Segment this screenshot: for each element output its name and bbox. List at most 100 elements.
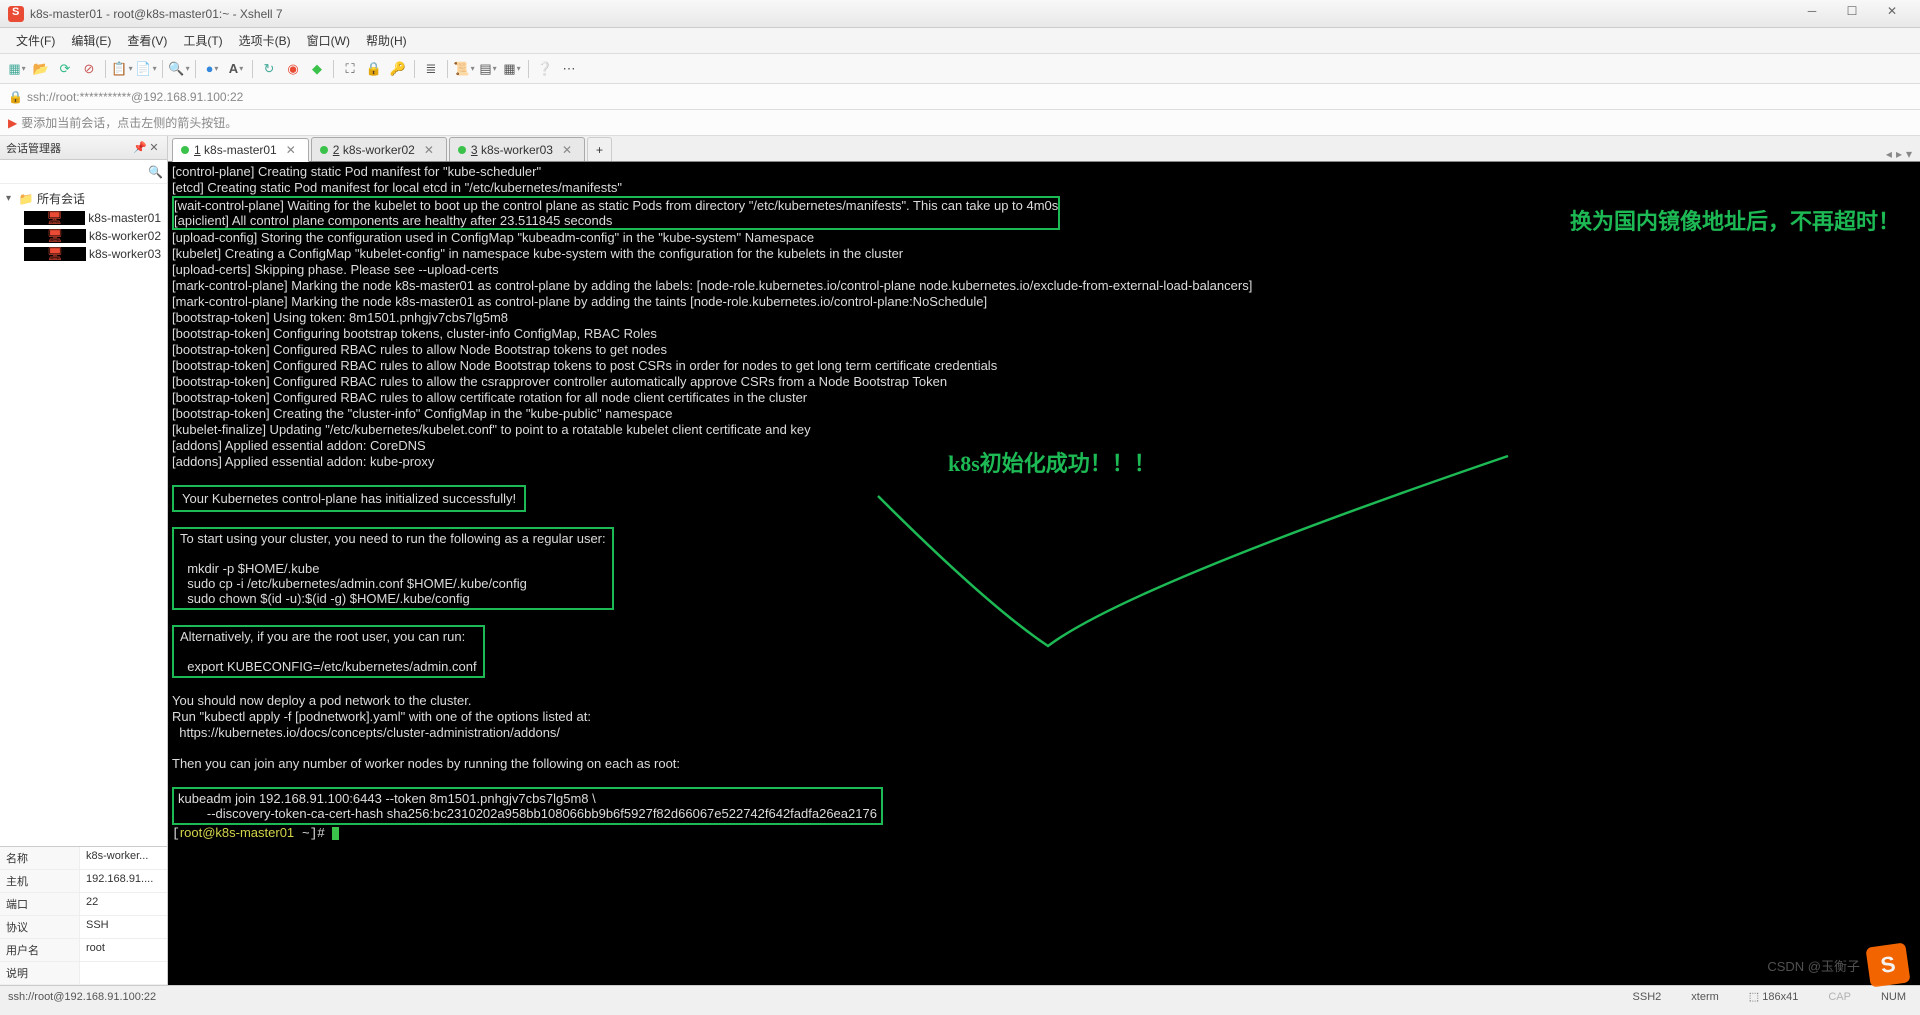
highlight-box: kubeadm join 192.168.91.100:6443 --token… [172,787,883,825]
tab-prev-icon[interactable]: ◂ [1886,147,1892,161]
maximize-button[interactable]: ☐ [1832,4,1872,24]
find-button[interactable]: 🔍 [168,58,190,80]
csdn-watermark-text: CSDN @玉衡子 [1767,956,1860,975]
tab-label: k8s-worker02 [343,143,415,157]
prop-row: 协议SSH [0,916,167,939]
prop-key: 名称 [0,847,80,869]
copy-button[interactable]: 📋 [111,58,133,80]
tab-num: 2 [333,143,340,157]
prop-key: 端口 [0,893,80,915]
term-line: Alternatively, if you are the root user,… [180,629,465,644]
session-icon: 🖥 [24,211,85,225]
search-input[interactable] [6,166,148,178]
layout-button[interactable]: ▦ [501,58,523,80]
tab-num: 3 [471,143,478,157]
addressbar[interactable]: 🔒 ssh://root:***********@192.168.91.100:… [0,84,1920,110]
close-icon[interactable]: ✕ [147,141,161,154]
menu-help[interactable]: 帮助(H) [358,28,415,53]
session-label: k8s-master01 [88,211,161,225]
compose-button[interactable]: ≣ [420,58,442,80]
script-button[interactable]: 📜 [453,58,475,80]
tab-master01[interactable]: 1 k8s-master01 ✕ [172,138,309,162]
term-line: [apiclient] All control plane components… [174,213,612,228]
prop-val: 22 [80,893,167,915]
tool-button[interactable]: ◉ [282,58,304,80]
term-line: [bootstrap-token] Using token: 8m1501.pn… [172,310,508,325]
sidebar: 会话管理器 📌 ✕ 🔍 ▾ 📁 所有会话 🖥 k8s-master01 🖥 k8… [0,136,168,985]
collapse-icon[interactable]: ▾ [6,193,18,204]
menu-edit[interactable]: 编辑(E) [63,28,119,53]
separator [195,60,196,78]
tip-text: 要添加当前会话，点击左侧的箭头按钮。 [21,114,237,131]
tab-nav: ◂ ▸ ▾ [1878,147,1920,161]
term-line: You should now deploy a pod network to t… [172,693,471,708]
session-item-worker02[interactable]: 🖥 k8s-worker02 [0,227,167,245]
term-line: [bootstrap-token] Configured RBAC rules … [172,374,947,389]
status-address: ssh://root@192.168.91.100:22 [8,991,156,1003]
tab-worker03[interactable]: 3 k8s-worker03 ✕ [449,137,585,161]
minimize-button[interactable]: ─ [1792,4,1832,24]
prompt-user: root@k8s-master01 [180,825,294,840]
tool-button[interactable]: ⋯ [558,58,580,80]
menu-file[interactable]: 文件(F) [8,28,63,53]
sidebar-search[interactable]: 🔍 [0,160,167,184]
status-caps: CAP [1822,991,1857,1003]
term-line: [mark-control-plane] Marking the node k8… [172,278,1252,293]
search-icon: 🔍 [148,165,163,179]
menu-view[interactable]: 查看(V) [119,28,175,53]
session-item-master01[interactable]: 🖥 k8s-master01 [0,209,167,227]
term-line: [control-plane] Creating static Pod mani… [172,164,541,179]
disconnect-button[interactable]: ⊘ [78,58,100,80]
tool-button[interactable]: ◆ [306,58,328,80]
tab-add-button[interactable]: + [587,137,612,161]
font-button[interactable]: A [225,58,247,80]
paste-button[interactable]: 📄 [135,58,157,80]
separator [105,60,106,78]
tab-next-icon[interactable]: ▸ [1896,147,1902,161]
term-line: [addons] Applied essential addon: kube-p… [172,454,434,469]
session-item-worker03[interactable]: 🖥 k8s-worker03 [0,245,167,263]
term-line: [bootstrap-token] Creating the "cluster-… [172,406,672,421]
help-icon[interactable]: ❔ [534,58,556,80]
tab-close-icon[interactable]: ✕ [286,143,296,157]
status-dot-icon [181,146,189,154]
menu-tools[interactable]: 工具(T) [175,28,230,53]
tab-worker02[interactable]: 2 k8s-worker02 ✕ [311,137,447,161]
new-session-button[interactable]: ▦ [6,58,28,80]
term-line: https://kubernetes.io/docs/concepts/clus… [172,725,560,740]
highlight-box: Alternatively, if you are the root user,… [172,625,485,678]
separator [333,60,334,78]
status-dot-icon [458,146,466,154]
prop-val: SSH [80,916,167,938]
tabstrip: 1 k8s-master01 ✕ 2 k8s-worker02 ✕ 3 k8s-… [168,136,1920,162]
tab-list-icon[interactable]: ▾ [1906,147,1912,161]
tab-label: k8s-worker03 [481,143,553,157]
key-button[interactable]: 🔑 [387,58,409,80]
expand-button[interactable]: ⛶ [339,58,361,80]
titlebar: k8s-master01 - root@k8s-master01:~ - Xsh… [0,0,1920,28]
tree-root[interactable]: ▾ 📁 所有会话 [0,188,167,209]
menubar: 文件(F) 编辑(E) 查看(V) 工具(T) 选项卡(B) 窗口(W) 帮助(… [0,28,1920,54]
term-line: [etcd] Creating static Pod manifest for … [172,180,622,195]
term-line: [kubelet-finalize] Updating "/etc/kubern… [172,422,811,437]
prop-row: 端口22 [0,893,167,916]
reconnect-button[interactable]: ⟳ [54,58,76,80]
session-label: k8s-worker03 [89,247,161,261]
prompt-hash: # [317,825,324,840]
open-button[interactable]: 📂 [30,58,52,80]
prop-row: 主机192.168.91.... [0,870,167,893]
terminal[interactable]: [control-plane] Creating static Pod mani… [168,162,1920,985]
menu-tab[interactable]: 选项卡(B) [231,28,299,53]
pin-icon[interactable]: 📌 [133,141,147,154]
tab-close-icon[interactable]: ✕ [424,143,434,157]
xftp-button[interactable]: ↻ [258,58,280,80]
lock-button[interactable]: 🔒 [363,58,385,80]
tab-close-icon[interactable]: ✕ [562,143,572,157]
term-line: [mark-control-plane] Marking the node k8… [172,294,987,309]
color-button[interactable]: ● [201,58,223,80]
menu-window[interactable]: 窗口(W) [299,28,358,53]
close-button[interactable]: ✕ [1872,4,1912,24]
session-icon: 🖥 [24,229,86,243]
log-button[interactable]: ▤ [477,58,499,80]
session-label: k8s-worker02 [89,229,161,243]
